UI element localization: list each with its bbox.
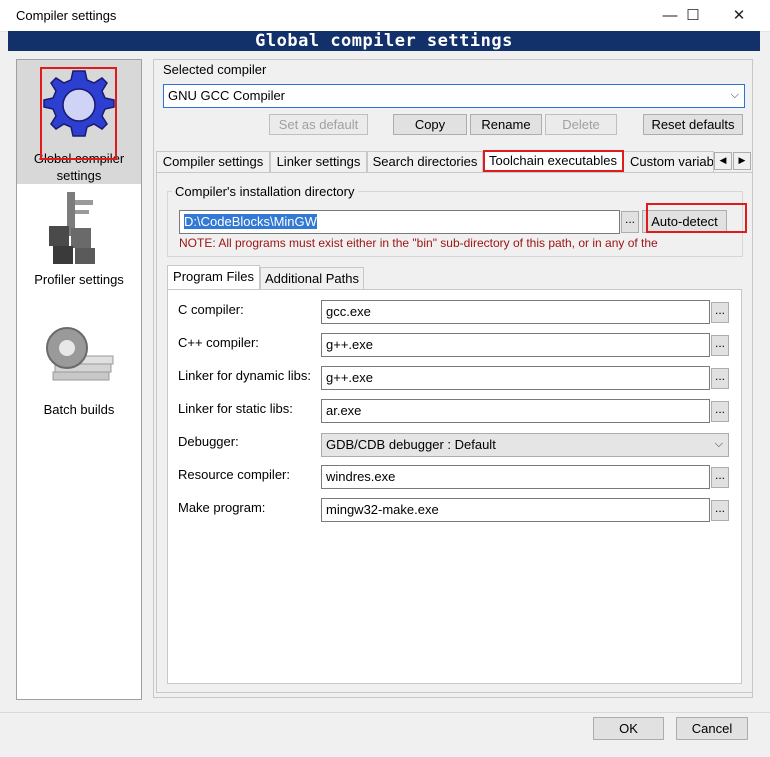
tab-scroll-left-icon[interactable]: ◀ <box>714 152 732 170</box>
reset-defaults-button[interactable]: Reset defaults <box>643 114 743 135</box>
c-compiler-label: C compiler: <box>178 302 244 317</box>
install-dir-value: D:\CodeBlocks\MinGW <box>184 214 317 229</box>
install-dir-note: NOTE: All programs must exist either in … <box>179 236 658 250</box>
tab-program-files[interactable]: Program Files <box>167 265 260 289</box>
gear-stack-icon <box>46 327 114 381</box>
debugger-select[interactable]: GDB/CDB debugger : Default ⌵ <box>321 433 729 457</box>
dynamic-linker-browse-button[interactable]: ... <box>711 368 729 389</box>
caliper-icon <box>49 192 95 264</box>
chevron-down-icon: ⌵ <box>714 438 723 450</box>
c-compiler-input[interactable]: gcc.exe <box>321 300 710 324</box>
auto-detect-button[interactable]: Auto-detect <box>642 210 727 233</box>
sidebar-item-global-compiler[interactable]: Global compiler settings <box>17 60 141 184</box>
tab-custom-variables[interactable]: Custom variab <box>623 151 714 172</box>
sidebar-item-label: Profiler settings <box>34 272 124 287</box>
static-linker-label: Linker for static libs: <box>178 401 293 416</box>
make-program-label: Make program: <box>178 500 266 515</box>
resource-compiler-input[interactable]: windres.exe <box>321 465 710 489</box>
maximize-button[interactable]: ☐ <box>673 0 713 31</box>
set-as-default-button[interactable]: Set as default <box>269 114 368 135</box>
cancel-button[interactable]: Cancel <box>676 717 748 740</box>
debugger-select-value: GDB/CDB debugger : Default <box>326 437 496 452</box>
make-program-browse-button[interactable]: ... <box>711 500 729 521</box>
category-list: Global compiler settings Profiler settin… <box>16 59 142 700</box>
copy-button[interactable]: Copy <box>393 114 467 135</box>
resource-compiler-label: Resource compiler: <box>178 467 290 482</box>
install-dir-input[interactable]: D:\CodeBlocks\MinGW <box>179 210 620 234</box>
window-title: Compiler settings <box>16 8 117 23</box>
close-button[interactable]: ✕ <box>719 0 759 31</box>
tab-additional-paths[interactable]: Additional Paths <box>260 267 364 289</box>
c-compiler-browse-button[interactable]: ... <box>711 302 729 323</box>
cpp-compiler-browse-button[interactable]: ... <box>711 335 729 356</box>
sidebar-item-label: settings <box>56 168 102 183</box>
sidebar-item-label: Global compiler <box>33 151 125 166</box>
tab-compiler-settings[interactable]: Compiler settings <box>156 151 270 172</box>
install-dir-browse-button[interactable]: ... <box>621 211 639 233</box>
ok-button[interactable]: OK <box>593 717 664 740</box>
resource-compiler-browse-button[interactable]: ... <box>711 467 729 488</box>
dynamic-linker-label: Linker for dynamic libs: <box>178 368 311 383</box>
selected-compiler-label: Selected compiler <box>163 62 267 77</box>
dynamic-linker-input[interactable]: g++.exe <box>321 366 710 390</box>
compiler-select-value: GNU GCC Compiler <box>168 88 286 103</box>
title-bar: Compiler settings — ☐ ✕ <box>0 0 770 32</box>
page-header: Global compiler settings <box>8 31 760 51</box>
compiler-select[interactable]: GNU GCC Compiler ⌵ <box>163 84 745 108</box>
tab-linker-settings[interactable]: Linker settings <box>270 151 367 172</box>
static-linker-input[interactable]: ar.exe <box>321 399 710 423</box>
install-dir-label: Compiler's installation directory <box>172 184 358 199</box>
gear-icon <box>43 70 115 137</box>
tab-scroll-right-icon[interactable]: ▶ <box>733 152 751 170</box>
debugger-label: Debugger: <box>178 434 239 449</box>
cpp-compiler-input[interactable]: g++.exe <box>321 333 710 357</box>
chevron-down-icon: ⌵ <box>730 89 739 101</box>
rename-button[interactable]: Rename <box>470 114 542 135</box>
sidebar-item-profiler[interactable]: Profiler settings <box>17 188 141 293</box>
static-linker-browse-button[interactable]: ... <box>711 401 729 422</box>
delete-button[interactable]: Delete <box>545 114 617 135</box>
sidebar-item-batch-builds[interactable]: Batch builds <box>17 312 141 422</box>
cpp-compiler-label: C++ compiler: <box>178 335 259 350</box>
tab-toolchain-executables[interactable]: Toolchain executables <box>483 150 623 172</box>
sidebar-item-label: Batch builds <box>43 402 115 417</box>
make-program-input[interactable]: mingw32-make.exe <box>321 498 710 522</box>
tab-search-directories[interactable]: Search directories <box>367 151 483 172</box>
